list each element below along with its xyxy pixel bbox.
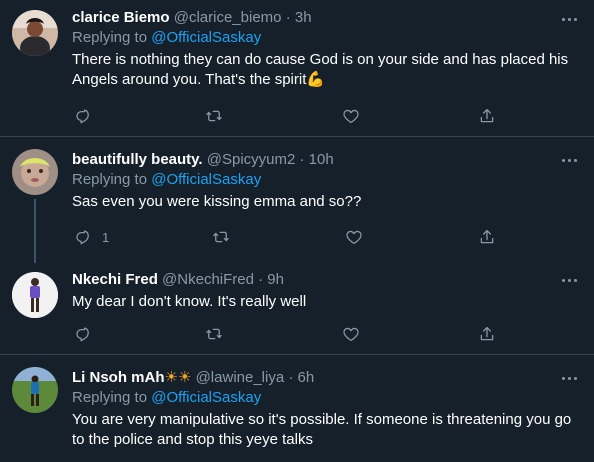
tweet[interactable]: Nkechi Fred @NkechiFred · 9h My dear I d… <box>0 260 594 352</box>
avatar[interactable] <box>12 272 58 318</box>
more-icon[interactable] <box>560 275 580 285</box>
share-icon <box>478 228 496 246</box>
reply-count: 1 <box>102 229 110 245</box>
tweet-header: beautifully beauty. @Spicyyum2 · 10h <box>72 150 582 170</box>
share-icon <box>478 325 496 343</box>
heart-icon <box>342 107 360 125</box>
share-button[interactable] <box>478 105 496 127</box>
avatar-photo <box>12 149 58 195</box>
avatar[interactable] <box>12 149 58 195</box>
tweet-text: Sas even you were kissing emma and so?? <box>72 193 362 210</box>
like-button[interactable] <box>342 105 360 127</box>
action-bar <box>72 323 512 345</box>
reply-icon <box>74 107 92 125</box>
action-bar <box>72 105 512 127</box>
name-emoji: ☀☀ <box>164 369 192 386</box>
more-icon[interactable] <box>560 155 580 165</box>
handle[interactable]: @Spicyyum2 <box>207 151 296 168</box>
avatar-photo <box>12 272 58 318</box>
tweet-header: Li Nsoh mAh☀☀ @lawine_liya · 6h <box>72 368 582 388</box>
replying-to: Replying to @OfficialSaskay <box>72 28 582 48</box>
tweet-text: There is nothing they can do cause God i… <box>72 51 569 88</box>
share-icon <box>478 107 496 125</box>
tweet[interactable]: Li Nsoh mAh☀☀ @lawine_liya · 6h Replying… <box>0 355 594 462</box>
retweet-icon <box>205 107 223 125</box>
tweet-header: clarice Biemo @clarice_biemo · 3h <box>72 8 582 28</box>
replying-prefix: Replying to <box>72 389 148 406</box>
replying-to: Replying to @OfficialSaskay <box>72 170 582 190</box>
tweet[interactable]: clarice Biemo @clarice_biemo · 3h Replyi… <box>0 0 594 135</box>
retweet-button[interactable] <box>205 323 223 345</box>
avatar[interactable] <box>12 367 58 413</box>
tweet-text: You are very manipulative so it's possib… <box>72 411 572 448</box>
more-icon[interactable] <box>560 14 580 24</box>
timestamp[interactable]: · 10h <box>300 151 334 168</box>
avatar-photo <box>12 367 58 413</box>
display-name[interactable]: clarice Biemo <box>72 9 170 26</box>
display-name[interactable]: beautifully beauty. <box>72 151 203 168</box>
display-name[interactable]: Li Nsoh mAh <box>72 369 165 386</box>
replying-prefix: Replying to <box>72 29 148 46</box>
heart-icon <box>345 228 363 246</box>
avatar-photo <box>12 10 58 56</box>
handle[interactable]: @clarice_biemo <box>174 9 282 26</box>
reply-icon <box>74 228 92 246</box>
timestamp[interactable]: · 6h <box>288 369 314 386</box>
retweet-icon <box>212 228 230 246</box>
handle[interactable]: @lawine_liya <box>196 369 285 386</box>
display-name[interactable]: Nkechi Fred <box>72 271 158 288</box>
retweet-button[interactable] <box>212 226 230 248</box>
replying-to: Replying to @OfficialSaskay <box>72 388 582 408</box>
mention-link[interactable]: @OfficialSaskay <box>151 389 261 406</box>
heart-icon <box>342 325 360 343</box>
avatar[interactable] <box>12 10 58 56</box>
tweet-header: Nkechi Fred @NkechiFred · 9h <box>72 270 582 290</box>
timestamp[interactable]: · 9h <box>258 271 284 288</box>
share-button[interactable] <box>478 226 496 248</box>
reply-button[interactable] <box>74 323 92 345</box>
share-button[interactable] <box>478 323 496 345</box>
handle[interactable]: @NkechiFred <box>162 271 254 288</box>
action-bar: 1 <box>72 226 512 248</box>
mention-link[interactable]: @OfficialSaskay <box>151 29 261 46</box>
replying-prefix: Replying to <box>72 171 148 188</box>
retweet-button[interactable] <box>205 105 223 127</box>
timestamp[interactable]: · 3h <box>286 9 312 26</box>
thread-line <box>34 199 36 263</box>
reply-icon <box>74 325 92 343</box>
reply-button[interactable]: 1 <box>74 226 109 248</box>
tweet[interactable]: beautifully beauty. @Spicyyum2 · 10h Rep… <box>0 137 594 263</box>
like-button[interactable] <box>342 323 360 345</box>
tweet-text: My dear I don't know. It's really well <box>72 293 307 310</box>
like-button[interactable] <box>345 226 363 248</box>
more-icon[interactable] <box>560 373 580 383</box>
mention-link[interactable]: @OfficialSaskay <box>151 171 261 188</box>
retweet-icon <box>205 325 223 343</box>
reply-button[interactable] <box>74 105 102 127</box>
